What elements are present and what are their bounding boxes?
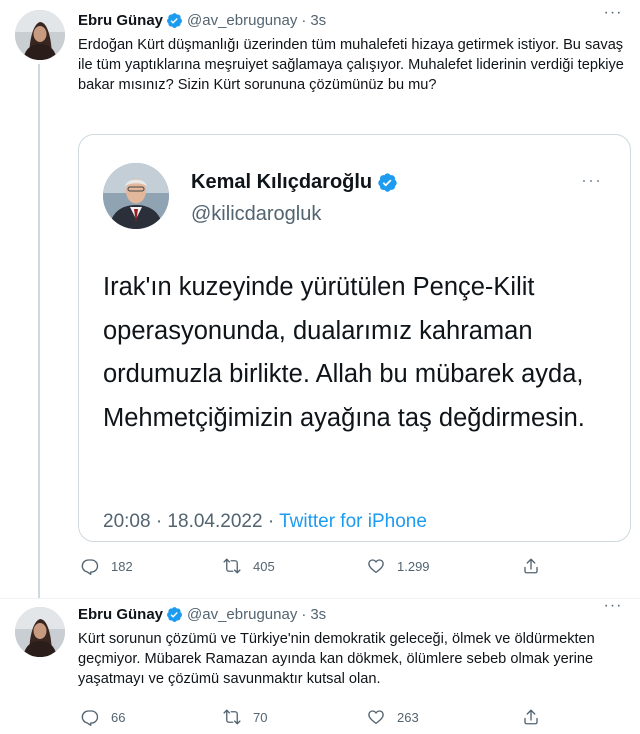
verified-badge-icon [166,12,183,29]
avatar[interactable] [15,10,65,60]
tweet-actions: 182 405 1.299 [78,556,548,576]
share-button[interactable] [522,707,540,727]
separator-dot: · [267,511,275,532]
share-icon [524,558,538,574]
verified-badge-icon [377,172,398,193]
separator-dot: · [301,11,307,29]
reply-count: 66 [111,709,126,725]
tweet-text: Kürt sorunun çözümü ve Türkiye'nin demok… [78,631,595,687]
retweet-count: 405 [253,558,275,574]
quoted-author[interactable]: Kemal Kılıçdaroğlu [191,171,398,194]
more-horizontal-icon[interactable]: ··· [600,598,626,619]
share-icon [524,709,538,725]
reply-button[interactable]: 182 [81,556,133,576]
tweet-header: Ebru Günay @av_ebrugunay · 3s [78,603,326,625]
quoted-handle[interactable]: @kilicdarogluk [191,203,321,226]
heart-icon [368,710,384,725]
quoted-text: Irak'ın kuzeyinde yürütülen Pençe-Kilit … [103,273,585,432]
like-button[interactable]: 263 [367,707,419,727]
share-button[interactable] [522,556,540,576]
reply-count: 182 [111,558,133,574]
tweet[interactable]: Ebru Günay @av_ebrugunay · 3s ··· Erdoğa… [0,0,640,598]
verified-badge-icon [166,606,183,623]
quoted-meta: 20:08 · 18.04.2022 · Twitter for iPhone [103,511,427,533]
retweet-icon [223,709,241,725]
like-count: 263 [397,709,419,725]
heart-icon [368,559,384,574]
quoted-avatar[interactable] [103,163,169,229]
like-button[interactable]: 1.299 [367,556,430,576]
retweet-button[interactable]: 405 [223,556,275,576]
retweet-count: 70 [253,709,268,725]
quoted-tweet[interactable]: Kemal Kılıçdaroğlu @kilicdarogluk ··· Ir… [78,134,631,542]
like-count: 1.299 [397,558,430,574]
author-name[interactable]: Ebru Günay [78,606,163,623]
reply-button[interactable]: 66 [81,707,125,727]
author-handle[interactable]: @av_ebrugunay [187,606,297,623]
reply-icon [81,710,99,726]
tweet-text: Erdoğan Kürt düşmanlığı üzerinden tüm mu… [78,37,624,93]
thread-connector-line [38,64,40,598]
tweet-timestamp[interactable]: 3s [310,12,326,29]
quoted-author-name[interactable]: Kemal Kılıçdaroğlu [191,171,372,194]
retweet-icon [223,558,241,574]
tweet-header: Ebru Günay @av_ebrugunay · 3s [78,9,326,31]
retweet-button[interactable]: 70 [223,707,267,727]
avatar[interactable] [15,607,65,657]
more-horizontal-icon[interactable]: ··· [600,5,626,26]
tweet[interactable]: Ebru Günay @av_ebrugunay · 3s ··· Kürt s… [0,598,640,734]
author-handle[interactable]: @av_ebrugunay [187,12,297,29]
tweet-timestamp[interactable]: 3s [310,606,326,623]
quoted-source[interactable]: Twitter for iPhone [279,511,427,532]
author-name[interactable]: Ebru Günay [78,12,163,29]
quoted-timestamp[interactable]: 20:08 · 18.04.2022 [103,511,263,532]
tweet-actions: 66 70 263 [78,707,548,727]
more-horizontal-icon[interactable]: ··· [581,171,602,189]
reply-icon [81,559,99,575]
separator-dot: · [301,605,307,623]
